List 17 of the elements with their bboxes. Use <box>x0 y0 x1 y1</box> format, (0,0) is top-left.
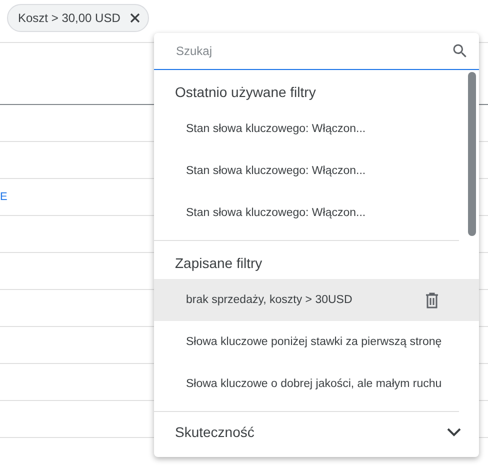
section-title: Zapisane filtry <box>174 254 264 273</box>
filter-item[interactable]: Stan słowa kluczowego: Włączon... <box>154 192 479 234</box>
close-icon[interactable] <box>130 13 140 23</box>
filter-item[interactable]: Stan słowa kluczowego: Włączon... <box>154 150 479 192</box>
filter-item[interactable]: Słowa kluczowe poniżej stawki za pierwszą stronę <box>154 321 479 363</box>
section-title[interactable]: Skuteczność <box>175 424 254 440</box>
chevron-down-icon[interactable] <box>447 428 461 436</box>
filter-item[interactable]: Słowa kluczowe o dobrej jakości, ale małym ruchu <box>154 363 479 405</box>
filter-chip[interactable]: Koszt > 30,00 USD <box>7 4 150 32</box>
chip-label: Koszt > 30,00 USD <box>18 11 120 25</box>
trash-icon[interactable] <box>425 292 439 308</box>
filter-item[interactable]: Stan słowa kluczowego: Włączon... <box>154 108 479 150</box>
table-link[interactable]: E <box>0 191 8 203</box>
section-title: Ostatnio używane filtry <box>174 83 317 102</box>
scrollbar[interactable] <box>468 72 476 236</box>
filter-item[interactable]: brak sprzedaży, koszty > 30USD <box>154 279 479 321</box>
search-icon[interactable] <box>451 42 469 60</box>
